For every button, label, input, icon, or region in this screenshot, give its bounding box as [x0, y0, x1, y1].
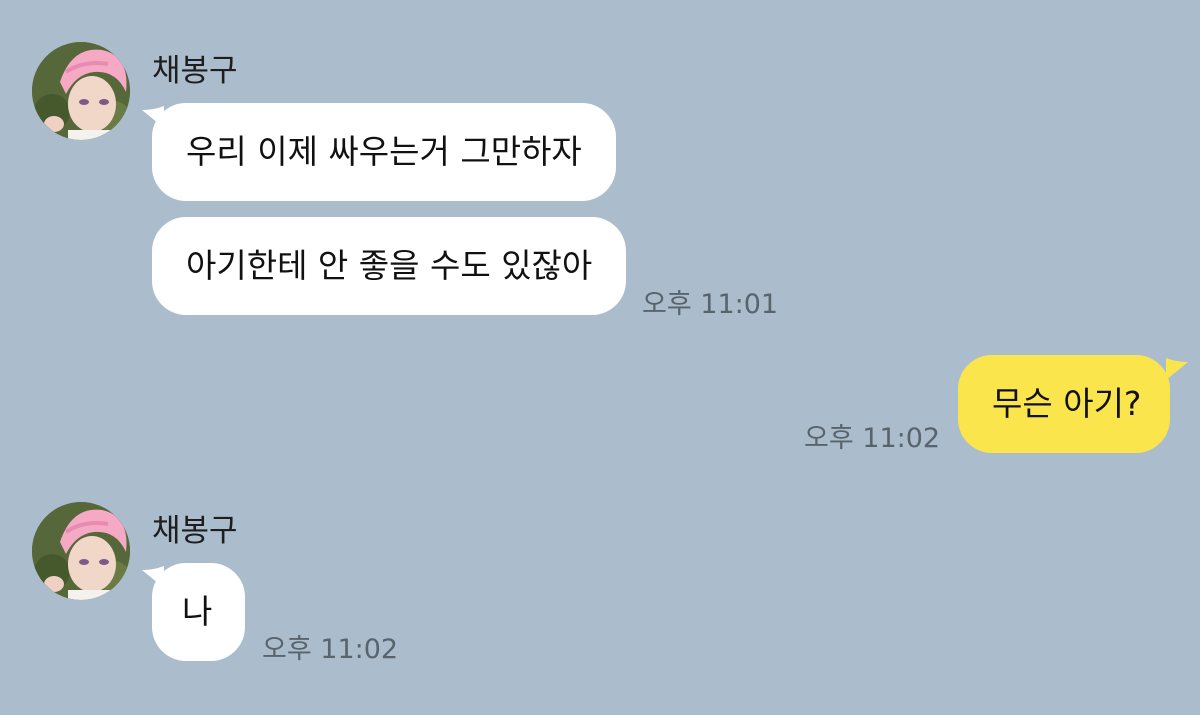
message-timestamp: 오후 11:01 — [642, 289, 779, 320]
sender-name: 채봉구 — [152, 53, 238, 89]
message-text: 나 — [182, 592, 213, 631]
message-bubble[interactable]: 나 — [152, 563, 245, 661]
profile-avatar-icon — [32, 42, 130, 140]
message-bubble[interactable]: 우리 이제 싸우는거 그만하자 — [152, 103, 616, 201]
message-bubble[interactable]: 무슨 아기? — [958, 355, 1170, 453]
message-text: 아기한테 안 좋을 수도 있잖아 — [186, 246, 593, 285]
sender-avatar[interactable] — [32, 42, 130, 140]
message-text: 우리 이제 싸우는거 그만하자 — [186, 132, 582, 171]
message-timestamp: 오후 11:02 — [804, 423, 941, 454]
bubble-tail — [1166, 358, 1188, 380]
message-timestamp: 오후 11:02 — [262, 634, 399, 665]
sender-name: 채봉구 — [152, 513, 238, 549]
message-text: 무슨 아기? — [992, 384, 1142, 423]
message-bubble[interactable]: 아기한테 안 좋을 수도 있잖아 — [152, 217, 627, 315]
profile-avatar-icon — [32, 502, 130, 600]
sender-avatar[interactable] — [32, 502, 130, 600]
